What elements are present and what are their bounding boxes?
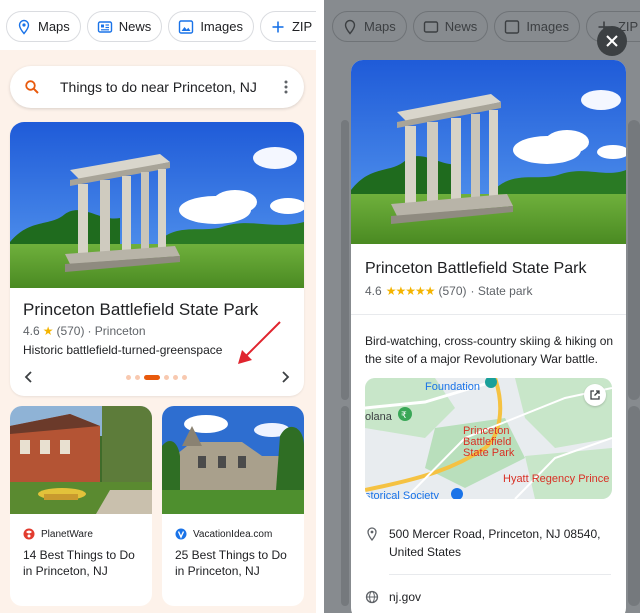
divider	[389, 574, 611, 575]
close-button[interactable]	[597, 26, 627, 56]
chip-label: Maps	[38, 19, 70, 34]
filter-chips-dimmed: Maps News Images ZIP Code	[324, 0, 640, 50]
article-source-name: PlanetWare	[41, 528, 93, 540]
chip-zip-code[interactable]: ZIP Code	[259, 11, 316, 42]
search-bar[interactable]: Things to do near Princeton, NJ	[10, 66, 304, 108]
filter-chips: Maps News Images ZIP Code	[0, 0, 316, 50]
place-title: Princeton Battlefield State Park	[365, 260, 587, 277]
image-icon	[505, 19, 520, 34]
news-icon	[423, 20, 438, 33]
close-icon	[606, 35, 618, 47]
review-count: (570)	[56, 324, 85, 338]
globe-icon	[365, 590, 379, 604]
map-pin-icon	[344, 19, 356, 35]
chevron-right-icon[interactable]	[278, 370, 292, 384]
article-card[interactable]: PlanetWare 14 Best Things to Do in Princ…	[10, 406, 152, 606]
chip-news[interactable]: News	[86, 11, 163, 42]
star-icon: ★	[42, 324, 54, 338]
map-canvas: ₹ Foundation olana Princeton Battlefield…	[365, 378, 612, 499]
chip-label: News	[444, 19, 478, 34]
search-query: Things to do near Princeton, NJ	[60, 79, 257, 95]
chip-label: News	[118, 19, 152, 34]
background-card-edge	[628, 406, 640, 606]
chip-label: Images	[526, 19, 569, 34]
search-results-pane: Maps News Images ZIP Code Things to do n…	[0, 0, 316, 613]
divider	[351, 314, 626, 315]
plus-icon	[272, 21, 284, 32]
carousel-dot	[135, 375, 140, 380]
background-card-edge	[628, 120, 640, 400]
search-icon	[25, 80, 39, 94]
background-card-edge	[341, 406, 349, 606]
map-label: Foundation	[425, 381, 480, 393]
chip-maps[interactable]: Maps	[6, 11, 81, 42]
article-title: 25 Best Things to Do in Princeton, NJ	[175, 548, 287, 578]
location-pin-icon	[367, 527, 377, 541]
article-source: VacationIdea.com	[175, 528, 272, 540]
article-source: PlanetWare	[23, 528, 93, 540]
article-card[interactable]: VacationIdea.com 25 Best Things to Do in…	[162, 406, 304, 606]
article-photo	[10, 406, 152, 514]
article-source-name: VacationIdea.com	[193, 528, 273, 540]
chip-images[interactable]: Images	[168, 11, 254, 42]
svg-text:₹: ₹	[401, 410, 407, 420]
website-link[interactable]: nj.gov	[389, 588, 421, 606]
map-label: State Park	[463, 447, 515, 459]
address-text: 500 Mercer Road, Princeton, NJ 08540, Un…	[389, 525, 600, 561]
carousel-dot	[126, 375, 131, 380]
place-detail-sheet: Princeton Battlefield State Park 4.6 ★★★…	[351, 60, 626, 613]
map-label: olana	[365, 411, 393, 423]
chip-label: ZIP Code	[291, 19, 316, 34]
carousel-dot	[182, 375, 187, 380]
attraction-location: · Princeton	[87, 324, 146, 338]
attraction-description: Historic battlefield-turned-greenspace	[23, 343, 223, 357]
chip-label: Images	[200, 19, 243, 34]
news-icon	[97, 20, 112, 33]
rating-value: 4.6	[23, 324, 40, 338]
planetware-logo-icon	[23, 528, 35, 540]
attraction-title: Princeton Battlefield State Park	[23, 300, 259, 319]
carousel-dot-active	[144, 375, 160, 380]
website-row[interactable]: nj.gov	[365, 588, 421, 606]
chip-images: Images	[494, 11, 580, 42]
place-description: Bird-watching, cross-country skiing & hi…	[365, 334, 614, 366]
place-category: · State park	[470, 284, 533, 298]
open-map-button[interactable]	[584, 384, 606, 406]
article-title: 14 Best Things to Do in Princeton, NJ	[23, 548, 135, 578]
more-options-icon[interactable]	[278, 79, 294, 95]
screen: Maps News Images ZIP Code Things to do n…	[0, 0, 640, 613]
address-line-2: United States	[389, 545, 462, 559]
attraction-rating: 4.6 ★ (570) · Princeton	[23, 324, 146, 338]
place-rating: 4.6 ★★★★★ (570) · State park	[365, 284, 533, 298]
chip-maps: Maps	[332, 11, 407, 42]
attraction-photo	[10, 122, 304, 288]
carousel-dot	[173, 375, 178, 380]
article-photo	[162, 406, 304, 514]
address-row[interactable]: 500 Mercer Road, Princeton, NJ 08540, Un…	[365, 525, 600, 561]
image-icon	[179, 19, 194, 34]
place-photo	[351, 60, 626, 244]
address-line-1: 500 Mercer Road, Princeton, NJ 08540,	[389, 527, 601, 541]
carousel-indicator	[126, 375, 187, 380]
chevron-left-icon[interactable]	[22, 370, 36, 384]
rating-value: 4.6	[365, 284, 382, 298]
map-label: storical Society	[365, 490, 439, 499]
annotation-arrow-icon	[238, 321, 281, 364]
external-link-icon	[590, 390, 600, 400]
chip-label: Maps	[364, 19, 396, 34]
place-detail-overlay: Maps News Images ZIP Code	[324, 0, 640, 613]
chip-news: News	[412, 11, 489, 42]
review-count[interactable]: (570)	[438, 284, 466, 298]
map-label: Hyatt Regency Prince	[503, 473, 609, 485]
background-card-edge	[341, 120, 349, 400]
carousel-dot	[164, 375, 169, 380]
location-map[interactable]: ₹ Foundation olana Princeton Battlefield…	[365, 378, 612, 499]
map-pin-icon	[18, 19, 30, 35]
vacationidea-logo-icon	[175, 528, 187, 540]
star-rating-icon: ★★★★★	[385, 284, 436, 298]
